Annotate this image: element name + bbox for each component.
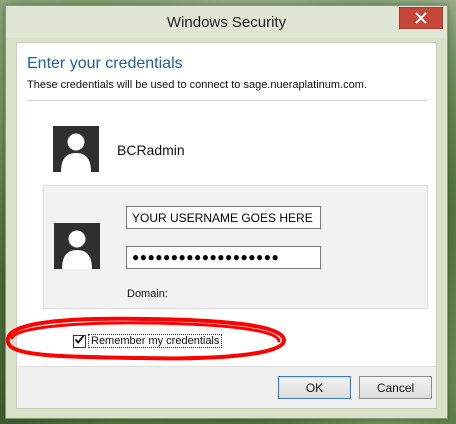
user-silhouette-icon[interactable] bbox=[53, 126, 99, 172]
window-title: Windows Security bbox=[166, 14, 287, 31]
password-input[interactable]: ●●●●●●●●●●●●●●●●●●● bbox=[126, 246, 321, 269]
title-bar[interactable]: Windows Security bbox=[6, 6, 447, 38]
dialog-content: Enter your credentials These credentials… bbox=[16, 42, 437, 409]
ok-button[interactable]: OK bbox=[278, 376, 351, 399]
close-button[interactable] bbox=[399, 7, 443, 29]
remember-label[interactable]: Remember my credentials bbox=[88, 334, 223, 348]
credentials-dialog: Windows Security Enter your credentials … bbox=[5, 5, 448, 419]
header-divider bbox=[27, 100, 426, 101]
credential-entry-panel: YOUR USERNAME GOES HERE ●●●●●●●●●●●●●●●●… bbox=[43, 185, 428, 309]
button-bar: OK Cancel bbox=[17, 366, 436, 408]
cancel-button[interactable]: Cancel bbox=[359, 376, 432, 399]
dialog-subheading: These credentials will be used to connec… bbox=[27, 79, 367, 91]
domain-label: Domain: bbox=[127, 288, 168, 300]
remember-checkbox[interactable] bbox=[73, 332, 86, 350]
username-input[interactable]: YOUR USERNAME GOES HERE bbox=[126, 206, 321, 229]
dialog-heading: Enter your credentials bbox=[27, 55, 183, 72]
checkmark-icon bbox=[74, 332, 85, 350]
close-icon bbox=[415, 12, 427, 24]
remember-credentials-option[interactable]: Remember my credentials bbox=[73, 332, 223, 350]
user-silhouette-icon bbox=[54, 223, 100, 269]
saved-user-name[interactable]: BCRadmin bbox=[117, 142, 185, 158]
